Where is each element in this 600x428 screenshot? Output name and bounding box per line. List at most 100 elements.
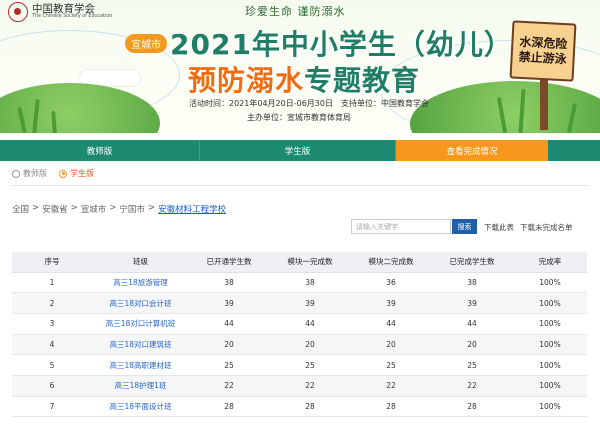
- cell-module2: 20: [351, 334, 431, 356]
- logo-chinese-name: 中国教育学会: [32, 2, 95, 15]
- city-tag: 宣城市: [125, 34, 167, 53]
- col-header-completed: 已完成学生数: [431, 252, 513, 273]
- radio-label: 学生版: [70, 169, 94, 178]
- cell-module1: 20: [269, 334, 351, 356]
- cell-index: 2: [12, 292, 92, 314]
- nav-student-version[interactable]: 学生版: [200, 140, 396, 161]
- cell-module1: 38: [269, 272, 351, 294]
- keyword-search-input[interactable]: [351, 219, 451, 234]
- cell-rate: 100%: [513, 313, 587, 335]
- warning-sign-line2: 禁止游泳: [518, 49, 567, 67]
- cell-enrolled: 38: [189, 272, 269, 294]
- cell-rate: 100%: [513, 375, 587, 397]
- breadcrumb: 全国 > 安徽省 > 宣城市 > 宁国市 > 安徽材料工程学校: [12, 203, 226, 215]
- cell-class-link[interactable]: 高三18高职建材班: [92, 354, 189, 376]
- radio-teacher-version[interactable]: 教师版: [12, 168, 47, 179]
- cell-module2: 36: [351, 272, 431, 294]
- cell-module1: 22: [269, 375, 351, 397]
- cell-rate: 100%: [513, 292, 587, 314]
- download-incomplete-list-link[interactable]: 下载未完成名单: [520, 222, 573, 233]
- table-row: 2 高三18对口会计班 39 39 39 39 100%: [12, 292, 587, 314]
- cell-module2: 22: [351, 375, 431, 397]
- table-row: 7 高三18平面设计班 28 28 28 28 100%: [12, 396, 587, 418]
- nav-completion-status[interactable]: 查看完成情况: [396, 140, 548, 161]
- banner-slogan: 珍爱生命 谨防溺水: [245, 5, 346, 18]
- cell-enrolled: 39: [189, 292, 269, 314]
- host-unit: 主办单位：宣城市教育体育局: [247, 113, 351, 122]
- breadcrumb-national[interactable]: 全国: [12, 203, 29, 215]
- cell-class-link[interactable]: 高三18对口建筑班: [92, 334, 189, 356]
- cell-enrolled: 22: [189, 375, 269, 397]
- table-row: 6 高三18护理1班 22 22 22 22 100%: [12, 375, 587, 397]
- sign-post: [540, 78, 548, 130]
- banner-title-rest: 专题教育: [304, 64, 421, 97]
- cell-completed: 25: [431, 354, 513, 376]
- table-row: 3 高三18对口计算机班 44 44 44 44 100%: [12, 313, 587, 335]
- download-table-link[interactable]: 下载此表: [484, 222, 514, 233]
- radio-indicator: [12, 169, 20, 178]
- col-header-module1: 模块一完成数: [269, 252, 351, 273]
- cell-completed: 22: [431, 375, 513, 397]
- cell-class-link[interactable]: 高三18旅游管理: [92, 272, 189, 294]
- cell-completed: 44: [431, 313, 513, 335]
- col-header-index: 序号: [12, 252, 92, 273]
- cell-index: 1: [12, 272, 92, 294]
- breadcrumb-province[interactable]: 安徽省: [42, 203, 68, 215]
- cell-module2: 44: [351, 313, 431, 335]
- cell-rate: 100%: [513, 272, 587, 294]
- cell-rate: 100%: [513, 396, 587, 418]
- version-filter: 教师版 学生版: [12, 168, 106, 179]
- col-header-module2: 模块二完成数: [351, 252, 431, 273]
- cell-index: 4: [12, 334, 92, 356]
- banner-title-highlight: 预防溺水: [188, 64, 305, 97]
- cell-enrolled: 25: [189, 354, 269, 376]
- cell-completed: 20: [431, 334, 513, 356]
- cell-module2: 28: [351, 396, 431, 418]
- cell-enrolled: 44: [189, 313, 269, 335]
- support-unit: 支持单位：中国教育学会: [340, 99, 429, 108]
- activity-time: 活动时间：2021年04月20日-06月30日: [189, 99, 333, 108]
- cell-index: 7: [12, 396, 92, 418]
- breadcrumb-county[interactable]: 宁国市: [119, 203, 145, 215]
- cell-index: 6: [12, 375, 92, 397]
- search-button[interactable]: 搜索: [452, 219, 477, 234]
- cell-completed: 28: [431, 396, 513, 418]
- radio-label: 教师版: [23, 169, 47, 178]
- cell-class-link[interactable]: 高三18对口会计班: [92, 292, 189, 314]
- col-header-rate: 完成率: [513, 252, 587, 273]
- cell-index: 5: [12, 354, 92, 376]
- breadcrumb-city[interactable]: 宣城市: [81, 203, 107, 215]
- cell-module1: 28: [269, 396, 351, 418]
- banner-title-line2: 预防溺水专题教育: [188, 59, 420, 99]
- table-row: 5 高三18高职建材班 25 25 25 25 100%: [12, 354, 587, 376]
- cell-rate: 100%: [513, 354, 587, 376]
- cell-enrolled: 20: [189, 334, 269, 356]
- radio-student-version[interactable]: 学生版: [59, 168, 94, 179]
- section-divider: [12, 185, 588, 186]
- table-header-row: 序号 班级 已开通学生数 模块一完成数 模块二完成数 已完成学生数 完成率: [12, 252, 587, 273]
- breadcrumb-separator: >: [70, 203, 78, 213]
- cse-logo[interactable]: 中国教育学会 The Chinese Society of Education: [8, 2, 112, 22]
- cell-completed: 38: [431, 272, 513, 294]
- warning-sign: 水深危险 禁止游泳: [509, 20, 577, 82]
- breadcrumb-separator: >: [32, 203, 40, 213]
- cell-class-link[interactable]: 高三18平面设计班: [92, 396, 189, 418]
- cell-rate: 100%: [513, 334, 587, 356]
- event-banner: 中国教育学会 The Chinese Society of Education …: [0, 0, 600, 133]
- col-header-enrolled: 已开通学生数: [189, 252, 269, 273]
- banner-info-line1: 活动时间：2021年04月20日-06月30日 支持单位：中国教育学会: [189, 98, 429, 109]
- radio-indicator: [59, 169, 67, 178]
- cell-module1: 39: [269, 292, 351, 314]
- cell-module2: 39: [351, 292, 431, 314]
- cell-module2: 25: [351, 354, 431, 376]
- breadcrumb-current-school[interactable]: 安徽材料工程学校: [158, 203, 226, 215]
- banner-title-line1: 2021年中小学生（幼儿）: [170, 28, 513, 61]
- cell-class-link[interactable]: 高三18对口计算机班: [92, 313, 189, 335]
- col-header-class: 班级: [92, 252, 189, 273]
- nav-teacher-version[interactable]: 教师版: [0, 140, 200, 161]
- cell-class-link[interactable]: 高三18护理1班: [92, 375, 189, 397]
- completion-table: 序号 班级 已开通学生数 模块一完成数 模块二完成数 已完成学生数 完成率 1 …: [12, 252, 587, 418]
- table-row: 4 高三18对口建筑班 20 20 20 20 100%: [12, 334, 587, 356]
- cse-emblem-icon: [8, 2, 28, 22]
- cell-index: 3: [12, 313, 92, 335]
